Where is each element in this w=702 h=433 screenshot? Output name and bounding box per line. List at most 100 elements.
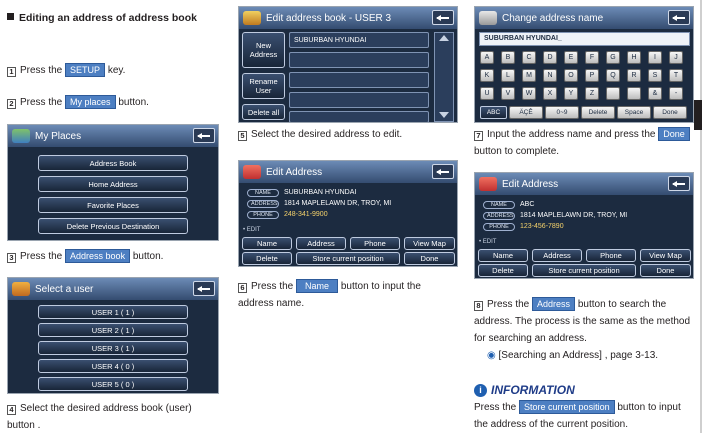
name-button[interactable]: Name <box>242 237 292 250</box>
key-&[interactable]: & <box>648 87 662 100</box>
favorite-places-button[interactable]: Favorite Places <box>38 197 188 213</box>
key-t[interactable]: T <box>669 69 683 82</box>
step-5: 5 Select the desired address to edit. <box>238 126 402 143</box>
step-1: 1 Press the SETUP key. <box>7 62 125 79</box>
back-button[interactable] <box>668 10 690 25</box>
edit-label: EDIT <box>246 227 261 233</box>
information-box: i INFORMATION Press the Store current pos… <box>474 383 696 433</box>
user-5-button[interactable]: USER 5 ( 0 ) <box>38 377 188 391</box>
key-space[interactable]: Space <box>617 106 651 119</box>
key-g[interactable]: G <box>606 51 620 64</box>
key-s[interactable]: S <box>648 69 662 82</box>
key-a[interactable]: A <box>480 51 494 64</box>
address-entry-empty[interactable] <box>289 72 429 88</box>
key-x[interactable]: X <box>543 87 557 100</box>
step-3: 3 Press the Address book button. <box>7 248 163 265</box>
done-button[interactable]: Done <box>640 264 691 277</box>
page-reference[interactable]: [Searching an Address] , page 3-13. <box>499 350 659 361</box>
edit-address-screen-updated: Edit Address NAME ABC ADDRESS 1814 MAPLELA… <box>474 172 694 279</box>
scroll-up-icon[interactable] <box>439 35 449 41</box>
name-button[interactable]: Name <box>478 249 528 262</box>
address-entry-empty[interactable] <box>289 92 429 108</box>
address-entry-empty[interactable] <box>289 111 429 122</box>
key-d[interactable]: D <box>543 51 557 64</box>
key-p[interactable]: P <box>585 69 599 82</box>
address-details: NAME ABC ADDRESS 1814 MAPLELAWN DR, TROY, … <box>483 199 627 232</box>
my-places-screen: My Places Address Book Home Address Favo… <box>7 124 219 241</box>
my-places-icon <box>12 129 30 143</box>
phone-button[interactable]: Phone <box>350 237 400 250</box>
key-u[interactable]: U <box>480 87 494 100</box>
scrollbar[interactable] <box>434 32 454 122</box>
key-e[interactable]: E <box>564 51 578 64</box>
address-button[interactable]: Address <box>296 237 346 250</box>
address-name-input[interactable]: SUBURBAN HYUNDAI_ <box>479 32 690 46</box>
key-j[interactable]: J <box>669 51 683 64</box>
user-3-button[interactable]: USER 3 ( 1 ) <box>38 341 188 355</box>
home-address-button[interactable]: Home Address <box>38 176 188 192</box>
address-book-button[interactable]: Address Book <box>38 155 188 171</box>
address-details: NAME SUBURBAN HYUNDAI ADDRESS 1814 MAPLELA… <box>247 187 391 220</box>
key-n[interactable]: N <box>543 69 557 82</box>
rename-user-button[interactable]: Rename User <box>242 73 285 99</box>
key-w[interactable]: W <box>522 87 536 100</box>
key-k[interactable]: K <box>480 69 494 82</box>
back-button[interactable] <box>432 164 454 179</box>
step-8: 8 Press the Address button to search the … <box>474 297 691 361</box>
scroll-down-icon[interactable] <box>439 112 449 118</box>
screen-titlebar: Edit address book - USER 3 <box>239 7 457 29</box>
delete-all-button[interactable]: Delete all <box>242 104 285 120</box>
view-map-button[interactable]: View Map <box>640 249 691 262</box>
key-blank[interactable] <box>606 87 620 100</box>
key-c[interactable]: C <box>522 51 536 64</box>
key-r[interactable]: R <box>627 69 641 82</box>
step-number: 8 <box>474 301 483 311</box>
new-address-button[interactable]: New Address <box>242 32 285 68</box>
key-o[interactable]: O <box>564 69 578 82</box>
user-4-button[interactable]: USER 4 ( 0 ) <box>38 359 188 373</box>
delete-button[interactable]: Delete <box>242 252 292 265</box>
address-entry-empty[interactable] <box>289 52 429 68</box>
delete-button[interactable]: Delete <box>478 264 528 277</box>
back-button[interactable] <box>193 128 215 143</box>
book-icon <box>243 11 261 25</box>
key-l[interactable]: L <box>501 69 515 82</box>
store-current-position-button[interactable]: Store current position <box>532 264 636 277</box>
key-h[interactable]: H <box>627 51 641 64</box>
key--[interactable]: ÄÇÊ <box>509 106 543 119</box>
phone-button[interactable]: Phone <box>586 249 636 262</box>
key-abc[interactable]: ABC <box>480 106 507 119</box>
back-button[interactable] <box>193 281 215 296</box>
key-delete[interactable]: Delete <box>581 106 615 119</box>
user-1-button[interactable]: USER 1 ( 1 ) <box>38 305 188 319</box>
back-button[interactable] <box>668 176 690 191</box>
key-done[interactable]: Done <box>653 106 687 119</box>
address-book-key-label: Address book <box>65 249 131 263</box>
address-value: 1814 MAPLELAWN DR, TROY, MI <box>284 200 392 207</box>
address-entry[interactable]: SUBURBAN HYUNDAI <box>289 32 429 48</box>
done-button[interactable]: Done <box>404 252 455 265</box>
screen-titlebar: Edit Address <box>239 161 457 183</box>
edit-address-screen: Edit Address NAME SUBURBAN HYUNDAI ADDRES… <box>238 160 458 267</box>
user-2-button[interactable]: USER 2 ( 1 ) <box>38 323 188 337</box>
delete-previous-destination-button[interactable]: Delete Previous Destination <box>38 218 188 234</box>
key-f[interactable]: F <box>585 51 599 64</box>
key--[interactable]: - <box>669 87 683 100</box>
step-number: 1 <box>7 67 16 77</box>
edit-address-book-screen: Edit address book - USER 3 New Address R… <box>238 6 458 123</box>
key-v[interactable]: V <box>501 87 515 100</box>
key-m[interactable]: M <box>522 69 536 82</box>
key-b[interactable]: B <box>501 51 515 64</box>
key-0-9[interactable]: 0~9 <box>545 106 579 119</box>
square-bullet-icon <box>7 13 14 20</box>
address-button[interactable]: Address <box>532 249 582 262</box>
store-current-position-button[interactable]: Store current position <box>296 252 400 265</box>
screen-titlebar: Change address name <box>475 7 693 29</box>
back-button[interactable] <box>432 10 454 25</box>
key-q[interactable]: Q <box>606 69 620 82</box>
view-map-button[interactable]: View Map <box>404 237 455 250</box>
key-i[interactable]: I <box>648 51 662 64</box>
key-y[interactable]: Y <box>564 87 578 100</box>
key-blank[interactable] <box>627 87 641 100</box>
key-z[interactable]: Z <box>585 87 599 100</box>
